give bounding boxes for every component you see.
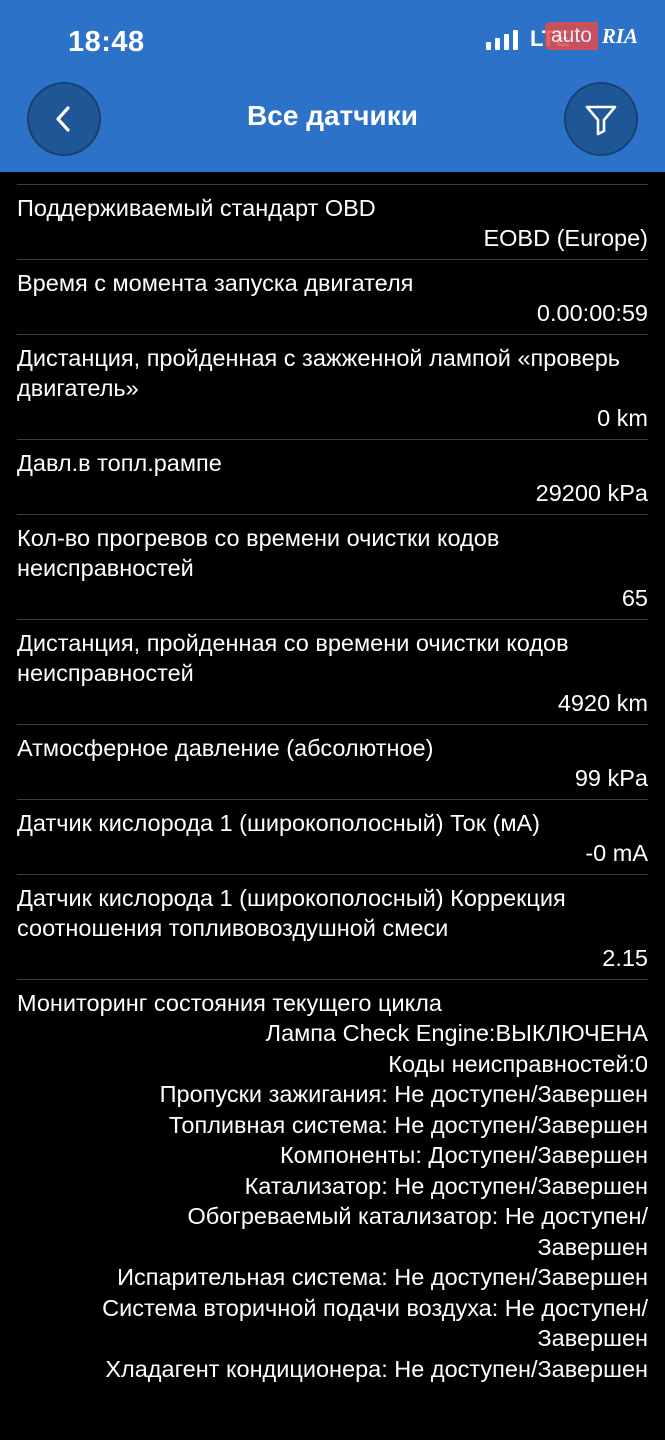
sensor-row[interactable]: Давл.в топл.рампе 29200 kPa bbox=[17, 440, 648, 515]
sensor-row[interactable]: Дистанция, пройденная с зажженной лампой… bbox=[17, 335, 648, 440]
signal-bar-icon bbox=[513, 30, 518, 50]
monitor-line: Катализатор: Не доступен/Завершен bbox=[244, 1172, 648, 1199]
sensor-value: 4920 km bbox=[557, 690, 648, 716]
sensor-name: Время с момента запуска двигателя bbox=[17, 270, 414, 296]
app-header: 18:48 LTE auto RIA Все датчики bbox=[0, 0, 665, 172]
monitor-line: Обогреваемый катализатор: Не доступен/ bbox=[187, 1203, 648, 1229]
sensor-name: Дистанция, пройденная со времени очистки… bbox=[17, 630, 569, 686]
monitor-line: Пропуски зажигания: Не доступен/Завершен bbox=[159, 1081, 648, 1107]
sensor-name: Давл.в топл.рампе bbox=[17, 450, 222, 476]
sensor-name: Датчик кислорода 1 (широкополосный) Корр… bbox=[17, 885, 566, 941]
monitor-line: Испарительная система: Не доступен/Завер… bbox=[117, 1264, 648, 1290]
sensor-value: -0 mA bbox=[585, 840, 648, 866]
monitor-line: Завершен bbox=[537, 1233, 648, 1260]
sensor-row[interactable]: Датчик кислорода 1 (широкополосный) Корр… bbox=[17, 875, 648, 980]
signal-bar-icon bbox=[486, 42, 491, 50]
sensor-value: EOBD (Europe) bbox=[483, 225, 648, 251]
sensor-row[interactable]: Поддерживаемый стандарт OBD EOBD (Europe… bbox=[17, 185, 648, 260]
sensor-name: Кол-во прогревов со времени очистки кодо… bbox=[17, 525, 500, 581]
watermark-logo: auto RIA bbox=[545, 16, 661, 56]
sensor-row[interactable]: Атмосферное давление (абсолютное) 99 kPa bbox=[17, 725, 648, 800]
sensor-value: 2.15 bbox=[602, 945, 648, 971]
sensor-row[interactable]: Кол-во прогревов со времени очистки кодо… bbox=[17, 515, 648, 620]
filter-funnel-icon bbox=[585, 105, 617, 136]
monitor-line: Топливная система: Не доступен/Завершен bbox=[168, 1111, 648, 1138]
sensor-value: 0.00:00:59 bbox=[536, 300, 648, 326]
watermark-auto: auto bbox=[545, 22, 598, 50]
sensor-row[interactable]: Дистанция, пройденная со времени очистки… bbox=[17, 620, 648, 725]
monitor-line: Завершен bbox=[537, 1325, 648, 1351]
monitor-line: Лампа Check Engine:ВЫКЛЮЧЕНА bbox=[265, 1020, 648, 1046]
signal-bar-icon bbox=[495, 38, 500, 50]
monitor-line: Хладагент кондиционера: Не доступен/Заве… bbox=[105, 1355, 648, 1382]
monitor-line: Коды неисправностей:0 bbox=[388, 1050, 648, 1077]
sensor-name: Атмосферное давление (абсолютное) bbox=[17, 735, 434, 761]
monitor-line: Система вторичной подачи воздуха: Не дос… bbox=[102, 1294, 648, 1321]
sensor-value: 65 bbox=[621, 585, 648, 611]
sensor-name: Датчик кислорода 1 (широкополосный) Ток … bbox=[17, 810, 541, 836]
monitor-title: Мониторинг состояния текущего цикла bbox=[17, 990, 442, 1016]
monitor-status-row[interactable]: Мониторинг состояния текущего цикла Ламп… bbox=[17, 980, 648, 1384]
sensor-value: 29200 kPa bbox=[535, 480, 648, 506]
filter-button[interactable] bbox=[564, 82, 638, 156]
signal-bar-icon bbox=[504, 34, 509, 50]
sensor-value: 99 kPa bbox=[574, 765, 648, 791]
sensor-row[interactable]: Время с момента запуска двигателя 0.00:0… bbox=[17, 260, 648, 335]
sensor-scroll-area[interactable]: Поддерживаемый стандарт OBD EOBD (Europe… bbox=[0, 172, 665, 1440]
sensor-row[interactable]: Датчик кислорода 1 (широкополосный) Ток … bbox=[17, 800, 648, 875]
monitor-line: Компоненты: Доступен/Завершен bbox=[279, 1142, 648, 1168]
sensor-list: Поддерживаемый стандарт OBD EOBD (Europe… bbox=[0, 172, 665, 1384]
watermark-ria: RIA bbox=[601, 23, 639, 48]
sensor-name: Поддерживаемый стандарт OBD bbox=[17, 195, 376, 221]
sensor-name: Дистанция, пройденная с зажженной лампой… bbox=[17, 345, 621, 401]
sensor-value: 0 km bbox=[597, 405, 648, 431]
divider bbox=[17, 184, 648, 185]
status-time: 18:48 bbox=[68, 26, 145, 58]
